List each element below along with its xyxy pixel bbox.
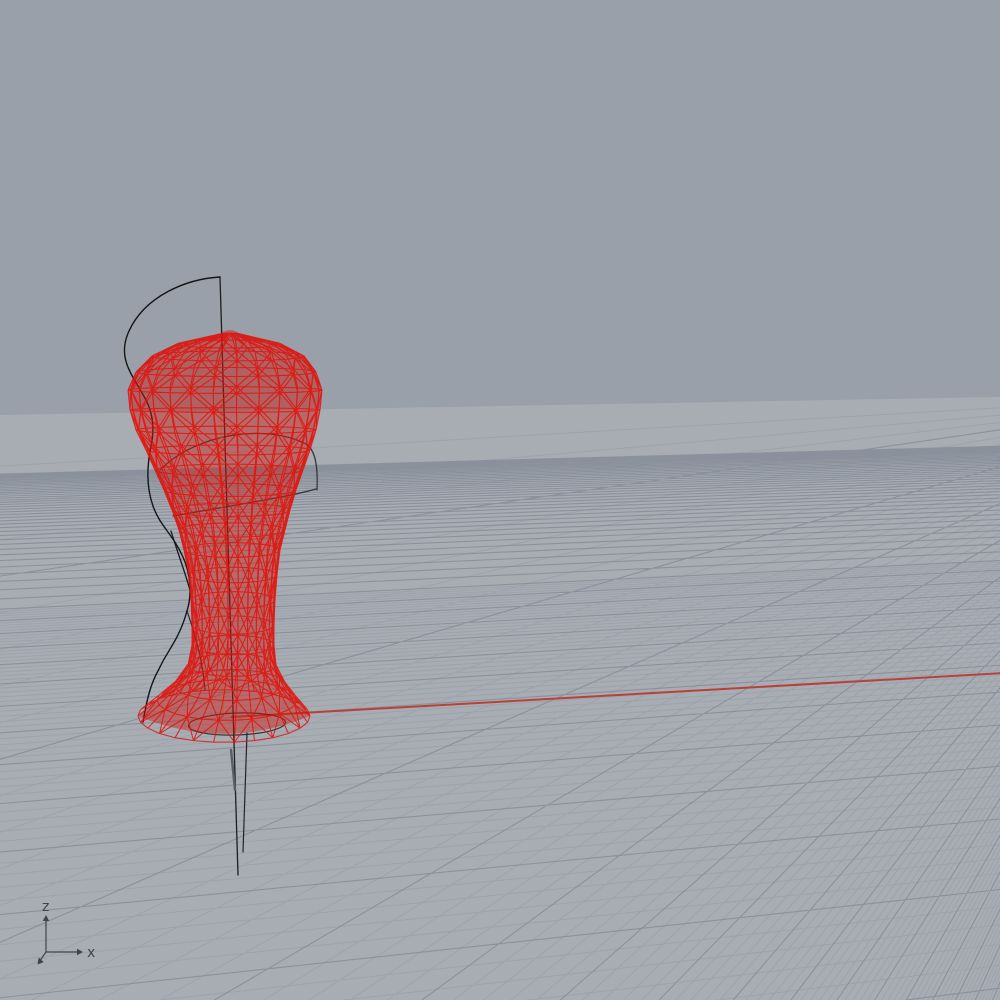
cad-viewport-stage: z x	[0, 0, 1000, 1000]
scene-render	[0, 0, 1000, 1000]
gizmo-z-label: z	[42, 899, 49, 915]
viewport-3d-perspective[interactable]: z x	[0, 0, 1000, 1000]
gizmo-x-label: x	[87, 945, 95, 961]
